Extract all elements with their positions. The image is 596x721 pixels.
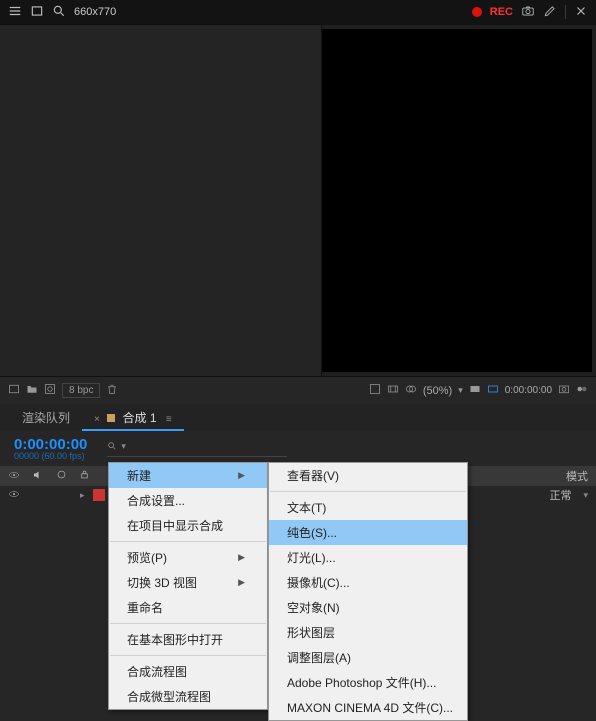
edit-pencil-icon[interactable] xyxy=(543,4,557,21)
ctx-item[interactable]: 摄像机(C)... xyxy=(269,570,467,595)
submenu-arrow-icon: ▶ xyxy=(238,577,245,588)
status-icon-bar: 8 bpc (50%) ▾ 0:00:00:00 xyxy=(0,376,596,404)
ctx-item-label: 合成微型流程图 xyxy=(127,688,211,705)
ctx-item-label: 空对象(N) xyxy=(287,599,340,616)
search-icon[interactable] xyxy=(52,4,66,21)
ctx-separator xyxy=(270,491,466,492)
zoom-percent[interactable]: (50%) xyxy=(423,385,452,397)
ctx-item[interactable]: 纯色(S)... xyxy=(269,520,467,545)
viewer-row xyxy=(0,24,596,376)
ctx-item[interactable]: 合成微型流程图 xyxy=(109,684,267,709)
ctx-item[interactable]: 调整图层(A) xyxy=(269,645,467,670)
frame-info: 00000 (60.00 fps) xyxy=(14,451,87,461)
lock-column-icon[interactable] xyxy=(79,469,90,483)
ctx-separator xyxy=(110,623,266,624)
mode-column[interactable]: 模式 xyxy=(566,468,588,484)
channels-icon[interactable] xyxy=(576,383,588,398)
ctx-item[interactable]: 形状图层 xyxy=(269,620,467,645)
layer-twirl-icon[interactable]: ▸ xyxy=(80,490,85,501)
bpc-button[interactable]: 8 bpc xyxy=(62,383,100,398)
layer-color-chip[interactable] xyxy=(93,489,105,501)
close-icon[interactable] xyxy=(574,4,588,21)
ctx-item-label: MAXON CINEMA 4D 文件(C)... xyxy=(287,699,453,716)
ctx-item[interactable]: 在项目中显示合成 xyxy=(109,513,267,538)
audio-column-icon[interactable] xyxy=(32,469,44,484)
ctx-item[interactable]: 切换 3D 视图 ▶ xyxy=(109,570,267,595)
ctx-item-label: 在基本图形中打开 xyxy=(127,631,223,648)
ctx-item[interactable]: 合成流程图 xyxy=(109,659,267,684)
ctx-item-label: 重命名 xyxy=(127,599,163,616)
submenu-arrow-icon: ▶ xyxy=(238,470,245,481)
comp-color-icon xyxy=(107,414,115,422)
chevron-down-icon[interactable]: ▾ xyxy=(458,385,463,396)
toggle-mask-icon[interactable] xyxy=(387,383,399,398)
ctx-item-label: 纯色(S)... xyxy=(287,524,337,541)
ctx-item[interactable]: 空对象(N) xyxy=(269,595,467,620)
tab-render-queue[interactable]: 渲染队列 xyxy=(10,405,82,430)
timeline-search-input[interactable]: ▾ xyxy=(107,440,287,457)
ctx-item[interactable]: 查看器(V) xyxy=(269,463,467,488)
ctx-item[interactable]: 新建 ▶ xyxy=(109,463,267,488)
ctx-item-label: 摄像机(C)... xyxy=(287,574,350,591)
resolution-icon[interactable] xyxy=(469,383,481,398)
ctx-item-label: 新建 xyxy=(127,467,151,484)
snapshot-icon[interactable] xyxy=(558,383,570,398)
visibility-eye-icon[interactable] xyxy=(8,488,20,503)
tab-menu-icon[interactable]: ≡ xyxy=(166,414,172,425)
ctx-item-label: Adobe Photoshop 文件(H)... xyxy=(287,674,436,691)
ctx-item-label: 预览(P) xyxy=(127,549,167,566)
search-small-icon xyxy=(107,440,117,454)
ctx-separator xyxy=(110,541,266,542)
ctx-item[interactable]: 文本(T) xyxy=(269,495,467,520)
tab-composition[interactable]: × 合成 1 ≡ xyxy=(82,405,184,430)
timecode-row: 0:00:00:00 00000 (60.00 fps) ▾ xyxy=(0,430,596,466)
region-icon[interactable] xyxy=(487,383,499,398)
ctx-item-label: 灯光(L)... xyxy=(287,549,336,566)
timeline-tab-row: 渲染队列 × 合成 1 ≡ xyxy=(0,404,596,430)
interpret-icon[interactable] xyxy=(8,383,20,398)
ctx-item[interactable]: Adobe Photoshop 文件(H)... xyxy=(269,670,467,695)
record-indicator-icon[interactable] xyxy=(472,7,482,17)
window-icon[interactable] xyxy=(30,4,44,21)
ctx-item[interactable]: 灯光(L)... xyxy=(269,545,467,570)
current-timecode[interactable]: 0:00:00:00 xyxy=(505,385,552,396)
current-time[interactable]: 0:00:00:00 xyxy=(14,436,87,453)
ctx-item-label: 在项目中显示合成 xyxy=(127,517,223,534)
record-label: REC xyxy=(490,6,513,18)
ctx-item[interactable]: 预览(P) ▶ xyxy=(109,545,267,570)
ctx-item-label: 查看器(V) xyxy=(287,467,339,484)
camera-icon[interactable] xyxy=(521,4,535,21)
composition-viewer[interactable] xyxy=(322,29,592,372)
submenu-arrow-icon: ▶ xyxy=(238,552,245,563)
eye-column-icon[interactable] xyxy=(8,469,20,484)
new-comp-icon[interactable] xyxy=(44,383,56,398)
menu-icon[interactable] xyxy=(8,4,22,21)
tab-render-queue-label: 渲染队列 xyxy=(22,411,70,425)
search-text[interactable]: 660x770 xyxy=(74,6,116,18)
tab-composition-label: 合成 1 xyxy=(123,411,157,425)
context-submenu-new: 查看器(V) 文本(T) 纯色(S)... 灯光(L)... 摄像机(C)... 空对象(… xyxy=(268,462,468,721)
ctx-item[interactable]: MAXON CINEMA 4D 文件(C)... xyxy=(269,695,467,720)
solo-column-icon[interactable] xyxy=(56,469,67,483)
blend-mode-value[interactable]: 正常 xyxy=(549,487,571,503)
ctx-item-label: 合成设置... xyxy=(127,492,185,509)
ctx-item[interactable]: 重命名 xyxy=(109,595,267,620)
grid-icon[interactable] xyxy=(369,383,381,398)
ctx-item[interactable]: 在基本图形中打开 xyxy=(109,627,267,652)
ctx-item-label: 文本(T) xyxy=(287,499,326,516)
app-topbar: 660x770 REC xyxy=(0,0,596,24)
ctx-separator xyxy=(110,655,266,656)
context-menu-main: 新建 ▶ 合成设置... 在项目中显示合成预览(P) ▶ 切换 3D 视图 ▶ 重命名在基本图… xyxy=(108,462,268,710)
ctx-item-label: 切换 3D 视图 xyxy=(127,574,197,591)
project-panel[interactable] xyxy=(0,25,322,376)
transparency-icon[interactable] xyxy=(405,383,417,398)
ctx-item-label: 合成流程图 xyxy=(127,663,187,680)
folder-icon[interactable] xyxy=(26,383,38,398)
trash-icon[interactable] xyxy=(106,383,118,398)
ctx-item[interactable]: 合成设置... xyxy=(109,488,267,513)
ctx-item-label: 调整图层(A) xyxy=(287,649,351,666)
ctx-item-label: 形状图层 xyxy=(287,624,335,641)
